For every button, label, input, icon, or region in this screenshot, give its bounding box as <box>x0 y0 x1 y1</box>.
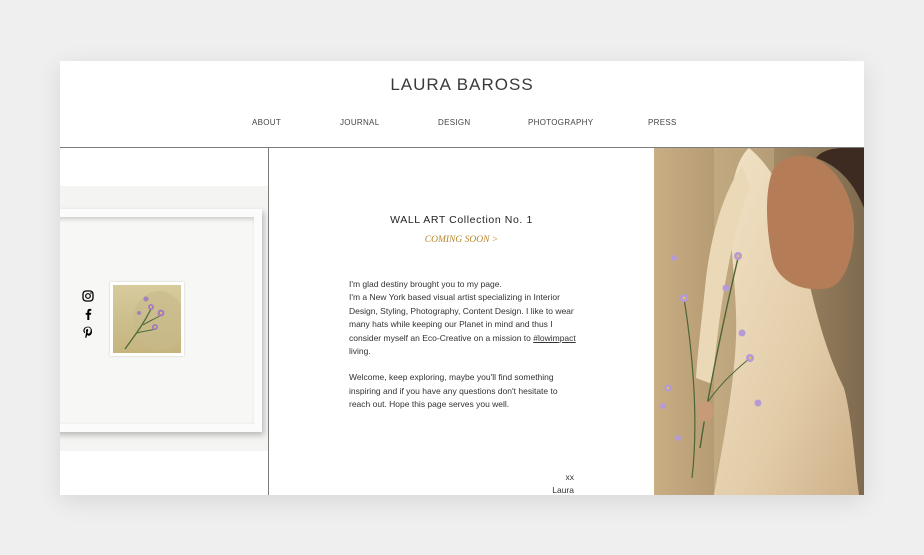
nav-press[interactable]: PRESS <box>648 118 677 127</box>
intro-section: WALL ART Collection No. 1 COMING SOON > … <box>269 148 654 495</box>
intro-paragraph-end: living. <box>349 346 371 357</box>
site-logo[interactable]: LAURA BAROSS <box>60 75 864 95</box>
nav-design[interactable]: DESIGN <box>438 118 470 127</box>
framed-art-panel <box>60 148 268 495</box>
main-nav: ABOUT JOURNAL DESIGN PHOTOGRAPHY PRESS <box>60 118 864 132</box>
nav-journal[interactable]: JOURNAL <box>340 118 379 127</box>
signature-xx: xx <box>565 472 575 482</box>
pinterest-icon[interactable] <box>82 326 94 338</box>
coming-soon-link[interactable]: COMING SOON > <box>269 235 654 245</box>
facebook-icon[interactable] <box>82 308 94 320</box>
intro-text: I'm glad destiny brought you to my page.… <box>349 278 577 412</box>
hero-photo <box>654 148 864 495</box>
site-header: LAURA BAROSS ABOUT JOURNAL DESIGN PHOTOG… <box>60 61 864 147</box>
art-print <box>110 282 184 356</box>
intro-greeting: I'm glad destiny brought you to my page. <box>349 279 502 289</box>
signature-name: Laura <box>552 485 574 495</box>
nav-about[interactable]: ABOUT <box>252 118 281 127</box>
instagram-icon[interactable] <box>82 290 94 302</box>
welcome-paragraph: Welcome, keep exploring, maybe you'll fi… <box>349 372 558 410</box>
lowimpact-hashtag-link[interactable]: #lowimpact <box>533 333 576 343</box>
website-preview: LAURA BAROSS ABOUT JOURNAL DESIGN PHOTOG… <box>60 61 864 495</box>
collection-title: WALL ART Collection No. 1 <box>390 214 533 226</box>
social-links <box>82 290 96 344</box>
flower-print-image <box>113 285 181 353</box>
intro-paragraph: I'm a New York based visual artist speci… <box>349 291 577 358</box>
nav-photography[interactable]: PHOTOGRAPHY <box>528 118 593 127</box>
